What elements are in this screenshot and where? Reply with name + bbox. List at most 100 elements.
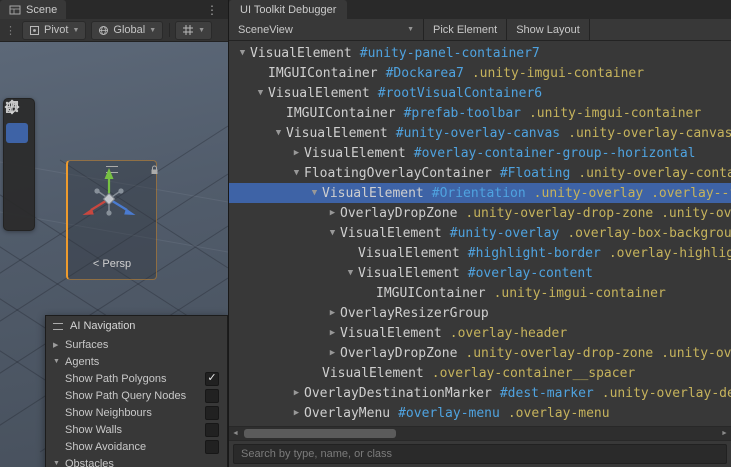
- tree-row[interactable]: IMGUIContainer #prefab-toolbar .unity-imgu…: [229, 103, 731, 123]
- tree-row[interactable]: ▼ VisualElement #unity-panel-container7: [229, 43, 731, 63]
- expander-icon[interactable]: ▶: [325, 208, 340, 218]
- tree-row[interactable]: ▼ FloatingOverlayContainer #Floating .unity…: [229, 163, 731, 183]
- projection-toggle[interactable]: < Persp: [68, 258, 156, 270]
- scene-panel: Scene ⋮ ⋮ Pivot ▼ Global ▼ ▼ < Persp AI …: [0, 0, 228, 467]
- foldout-arrow-icon[interactable]: ▼: [53, 460, 65, 467]
- tree-row[interactable]: ▼ VisualElement #Orientation .unity-overlay…: [229, 183, 731, 203]
- scene-viewport[interactable]: < Persp AI Navigation ▶ Surfaces ▼ Agents Sh…: [0, 42, 228, 467]
- expander-icon[interactable]: ▶: [289, 148, 304, 158]
- foldout-arrow-icon[interactable]: ▼: [53, 358, 65, 365]
- element-type: VisualElement: [358, 245, 460, 261]
- ai-nav-item[interactable]: Show Walls: [46, 421, 227, 438]
- foldout-arrow-icon[interactable]: ▶: [53, 341, 65, 349]
- tree-row[interactable]: ▶ OverlayMenu #overlay-menu .overlay-menu: [229, 403, 731, 423]
- expander-icon[interactable]: ▼: [343, 268, 358, 278]
- tree-row[interactable]: VisualElement .overlay-container__spacer: [229, 363, 731, 383]
- scale-tool-button[interactable]: [6, 101, 28, 185]
- element-classes: .unity-overlay-canvas: [568, 125, 731, 141]
- tree-row[interactable]: IMGUIContainer #Dockarea7 .unity-imgui-con…: [229, 63, 731, 83]
- element-classes: .unity-overlay-container: [578, 165, 731, 181]
- expander-icon[interactable]: ▼: [289, 168, 304, 178]
- checkbox[interactable]: [205, 388, 219, 403]
- element-type: VisualElement: [322, 365, 424, 381]
- expander-icon[interactable]: ▼: [271, 128, 286, 138]
- element-id: #Dockarea7: [385, 65, 464, 81]
- element-type: VisualElement: [286, 125, 388, 141]
- move-tool-button[interactable]: [4, 99, 28, 143]
- expander-icon[interactable]: ▶: [325, 348, 340, 358]
- toolbar-drag-handle-icon[interactable]: ⋮: [4, 24, 17, 37]
- orientation-overlay[interactable]: < Persp: [66, 160, 158, 280]
- chevron-down-icon: ▼: [149, 26, 157, 34]
- expander-icon[interactable]: ▼: [325, 228, 340, 238]
- element-classes: .overlay-header: [449, 325, 568, 341]
- expander-icon[interactable]: ▼: [307, 188, 322, 198]
- ai-nav-item[interactable]: Show Neighbours: [46, 404, 227, 421]
- element-type: FloatingOverlayContainer: [304, 165, 492, 181]
- element-type: IMGUIContainer: [268, 65, 378, 81]
- ai-nav-item[interactable]: Show Avoidance: [46, 438, 227, 455]
- element-type: OverlayDropZone: [340, 205, 458, 221]
- element-classes: .unity-imgui-container: [471, 65, 645, 81]
- element-classes: .overlay-box-background: [567, 225, 731, 241]
- scrollbar-thumb[interactable]: [244, 429, 396, 438]
- tree-row[interactable]: ▶ OverlayResizerGroup: [229, 303, 731, 323]
- element-type: IMGUIContainer: [376, 285, 486, 301]
- expander-icon[interactable]: ▼: [235, 48, 250, 58]
- debug-target-dropdown[interactable]: SceneView ▼: [229, 19, 424, 40]
- expander-icon[interactable]: ▶: [289, 388, 304, 398]
- debug-target-label: SceneView: [238, 23, 293, 36]
- ai-nav-item[interactable]: Show Path Polygons ✓: [46, 370, 227, 387]
- ai-nav-section[interactable]: ▼ Agents: [46, 353, 227, 370]
- ai-nav-header[interactable]: AI Navigation: [46, 316, 227, 336]
- global-dropdown[interactable]: Global ▼: [91, 20, 164, 40]
- scroll-left-arrow-icon[interactable]: ◄: [229, 427, 242, 440]
- tree-row[interactable]: ▼ VisualElement #unity-overlay .overlay-box…: [229, 223, 731, 243]
- checkbox[interactable]: [205, 439, 219, 454]
- grid-visibility-dropdown[interactable]: ▼: [175, 20, 212, 40]
- orientation-gizmo[interactable]: [68, 161, 150, 233]
- tree-row[interactable]: ▶ OverlayDestinationMarker #dest-marker .un…: [229, 383, 731, 403]
- tab-ui-toolkit-debugger[interactable]: UI Toolkit Debugger: [229, 0, 348, 19]
- expander-icon[interactable]: ▶: [325, 328, 340, 338]
- element-id: #unity-overlay: [449, 225, 560, 241]
- scroll-right-arrow-icon[interactable]: ►: [718, 427, 731, 440]
- tree-row[interactable]: ▶ OverlayDropZone .unity-overlay-drop-zone…: [229, 203, 731, 223]
- search-input[interactable]: [233, 444, 727, 464]
- rotate-tool-button[interactable]: [6, 101, 28, 164]
- tree-row[interactable]: ▶ VisualElement .overlay-header: [229, 323, 731, 343]
- element-id: #highlight-border: [467, 245, 601, 261]
- tree-row[interactable]: ▼ VisualElement #rootVisualContainer6: [229, 83, 731, 103]
- tools-overlay: [3, 98, 35, 231]
- toolbar-separator: [169, 23, 171, 37]
- chevron-down-icon: ▼: [198, 26, 205, 34]
- checkbox[interactable]: [205, 405, 219, 420]
- row-label: Obstacles: [65, 457, 114, 467]
- pivot-dropdown[interactable]: Pivot ▼: [22, 20, 87, 40]
- horizontal-scrollbar[interactable]: ◄ ►: [229, 426, 731, 440]
- pick-element-button[interactable]: Pick Element: [424, 19, 508, 40]
- tree-row[interactable]: VisualElement #highlight-border .overlay-h…: [229, 243, 731, 263]
- row-label: Show Walls: [65, 423, 123, 436]
- tree-row[interactable]: ▶ OverlayDropZone .unity-overlay-drop-zone…: [229, 343, 731, 363]
- panel-menu-icon[interactable]: ⋮: [202, 0, 222, 19]
- ai-nav-section[interactable]: ▶ Surfaces: [46, 336, 227, 353]
- tab-scene[interactable]: Scene: [0, 0, 67, 19]
- expander-icon[interactable]: ▶: [325, 308, 340, 318]
- expander-icon[interactable]: ▶: [289, 408, 304, 418]
- transform-tool-button[interactable]: [5, 100, 28, 227]
- checkbox[interactable]: ✓: [205, 371, 219, 386]
- show-layout-button[interactable]: Show Layout: [507, 19, 590, 40]
- ai-nav-section[interactable]: ▼ Obstacles: [46, 455, 227, 467]
- tree-row[interactable]: ▼ VisualElement #overlay-content: [229, 263, 731, 283]
- element-classes: .unity-overlay-drop-zone .unity-overlay-…: [465, 205, 731, 221]
- rect-tool-button[interactable]: [5, 101, 28, 206]
- checkbox[interactable]: [205, 422, 219, 437]
- pivot-label: Pivot: [44, 24, 69, 36]
- tree-row[interactable]: ▼ VisualElement #unity-overlay-canvas .unit…: [229, 123, 731, 143]
- overlay-handle-icon: [53, 322, 63, 330]
- tree-row[interactable]: IMGUIContainer .unity-imgui-container: [229, 283, 731, 303]
- expander-icon[interactable]: ▼: [253, 88, 268, 98]
- ai-nav-item[interactable]: Show Path Query Nodes: [46, 387, 227, 404]
- tree-row[interactable]: ▶ VisualElement #overlay-container-group--…: [229, 143, 731, 163]
